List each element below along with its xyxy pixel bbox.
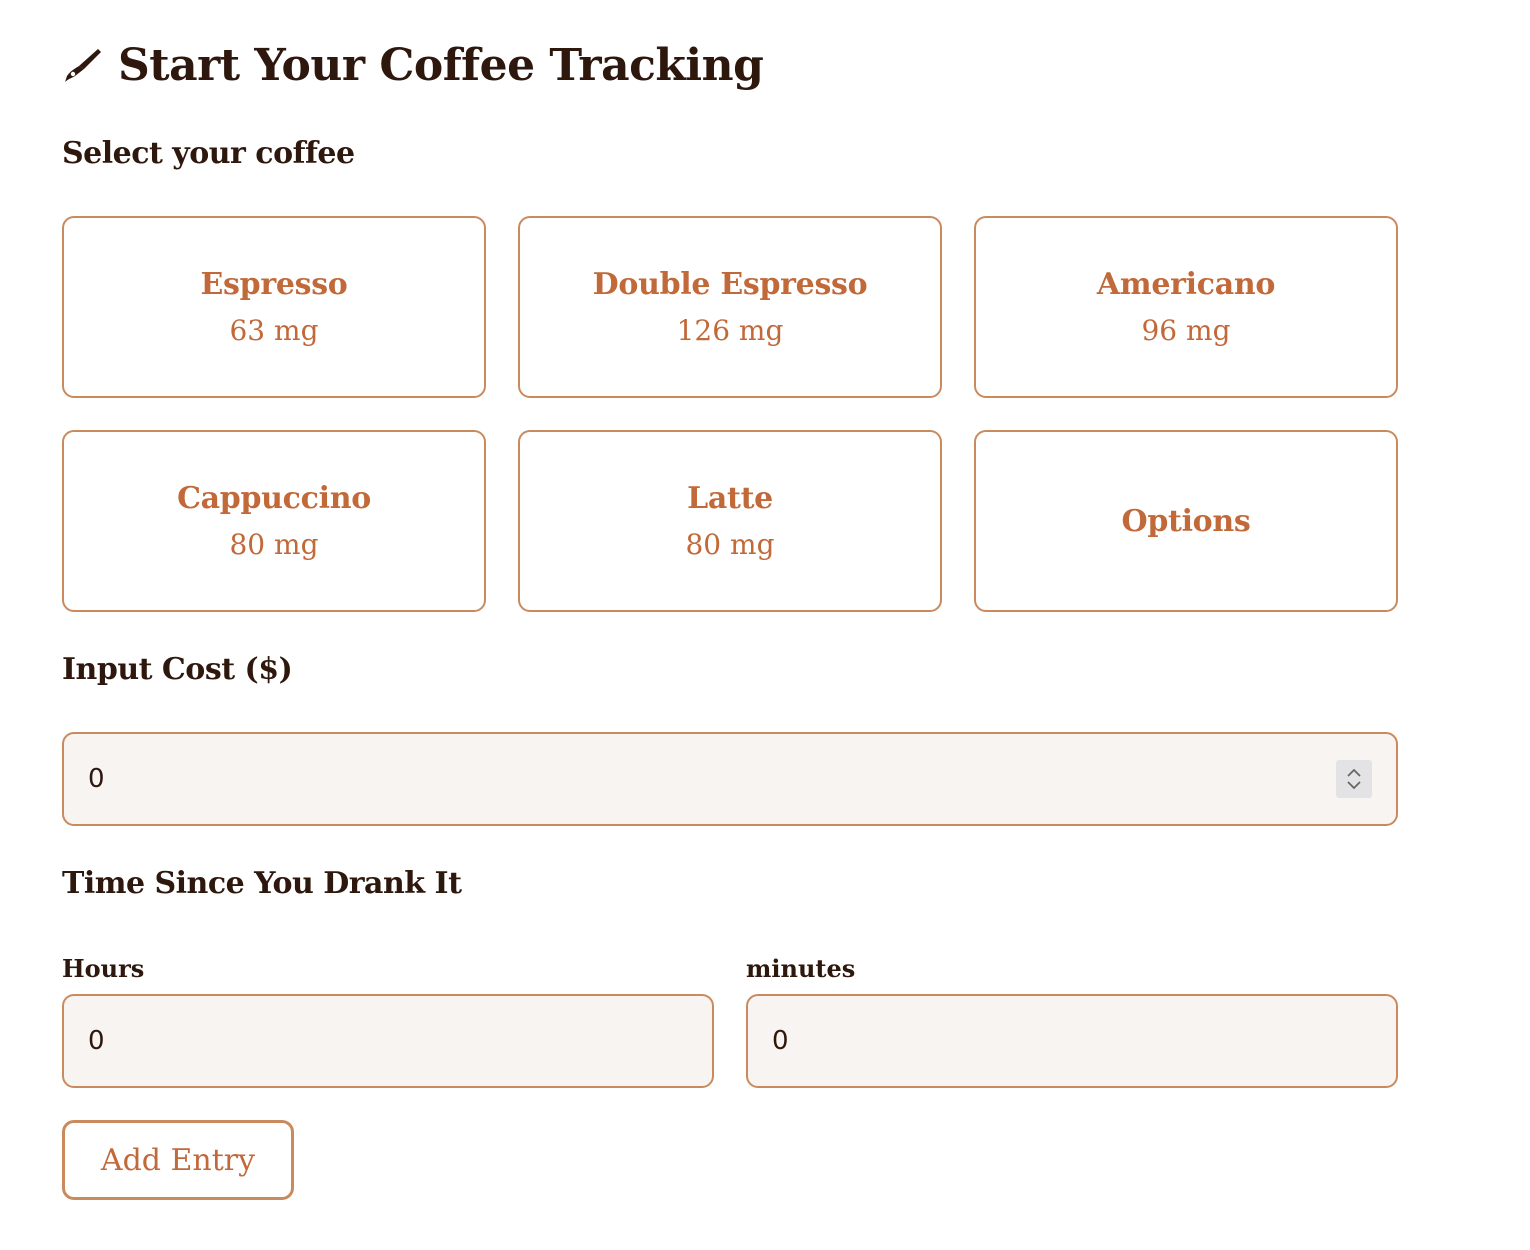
hours-field[interactable] [62, 994, 714, 1088]
pen-icon [62, 45, 102, 85]
page-title-text: Start Your Coffee Tracking [118, 39, 764, 91]
coffee-option-name: Americano [1096, 267, 1276, 302]
coffee-option-cappuccino[interactable]: Cappuccino 80 mg [62, 430, 486, 612]
coffee-option-americano[interactable]: Americano 96 mg [974, 216, 1398, 398]
hours-input[interactable] [88, 1026, 588, 1056]
add-entry-button[interactable]: Add Entry [62, 1120, 294, 1200]
coffee-option-name: Options [1121, 503, 1251, 539]
cost-input[interactable] [88, 764, 1135, 794]
minutes-input[interactable] [772, 1026, 1272, 1056]
coffee-options-grid: Espresso 63 mg Double Espresso 126 mg Am… [62, 216, 1398, 612]
coffee-option-espresso[interactable]: Espresso 63 mg [62, 216, 486, 398]
coffee-option-caffeine: 63 mg [229, 314, 319, 347]
page-title: Start Your Coffee Tracking [62, 30, 764, 100]
chevron-up-icon[interactable] [1347, 768, 1361, 777]
coffee-option-double-espresso[interactable]: Double Espresso 126 mg [518, 216, 942, 398]
cost-label: Input Cost ($) [62, 652, 293, 687]
hours-label: Hours [62, 954, 145, 983]
coffee-option-caffeine: 80 mg [229, 528, 319, 561]
chevron-down-icon[interactable] [1347, 781, 1361, 790]
cost-field[interactable] [62, 732, 1398, 826]
select-coffee-label: Select your coffee [62, 136, 355, 171]
time-since-label: Time Since You Drank It [62, 866, 462, 901]
minutes-label: minutes [746, 954, 856, 983]
cost-stepper[interactable] [1336, 760, 1372, 798]
coffee-option-name: Espresso [200, 267, 348, 302]
minutes-field[interactable] [746, 994, 1398, 1088]
coffee-option-other[interactable]: Options [974, 430, 1398, 612]
coffee-option-caffeine: 96 mg [1141, 314, 1231, 347]
coffee-option-name: Latte [687, 481, 773, 516]
coffee-option-latte[interactable]: Latte 80 mg [518, 430, 942, 612]
coffee-option-name: Cappuccino [177, 481, 371, 516]
coffee-option-caffeine: 126 mg [676, 314, 784, 347]
coffee-option-caffeine: 80 mg [685, 528, 775, 561]
coffee-option-name: Double Espresso [592, 267, 868, 302]
